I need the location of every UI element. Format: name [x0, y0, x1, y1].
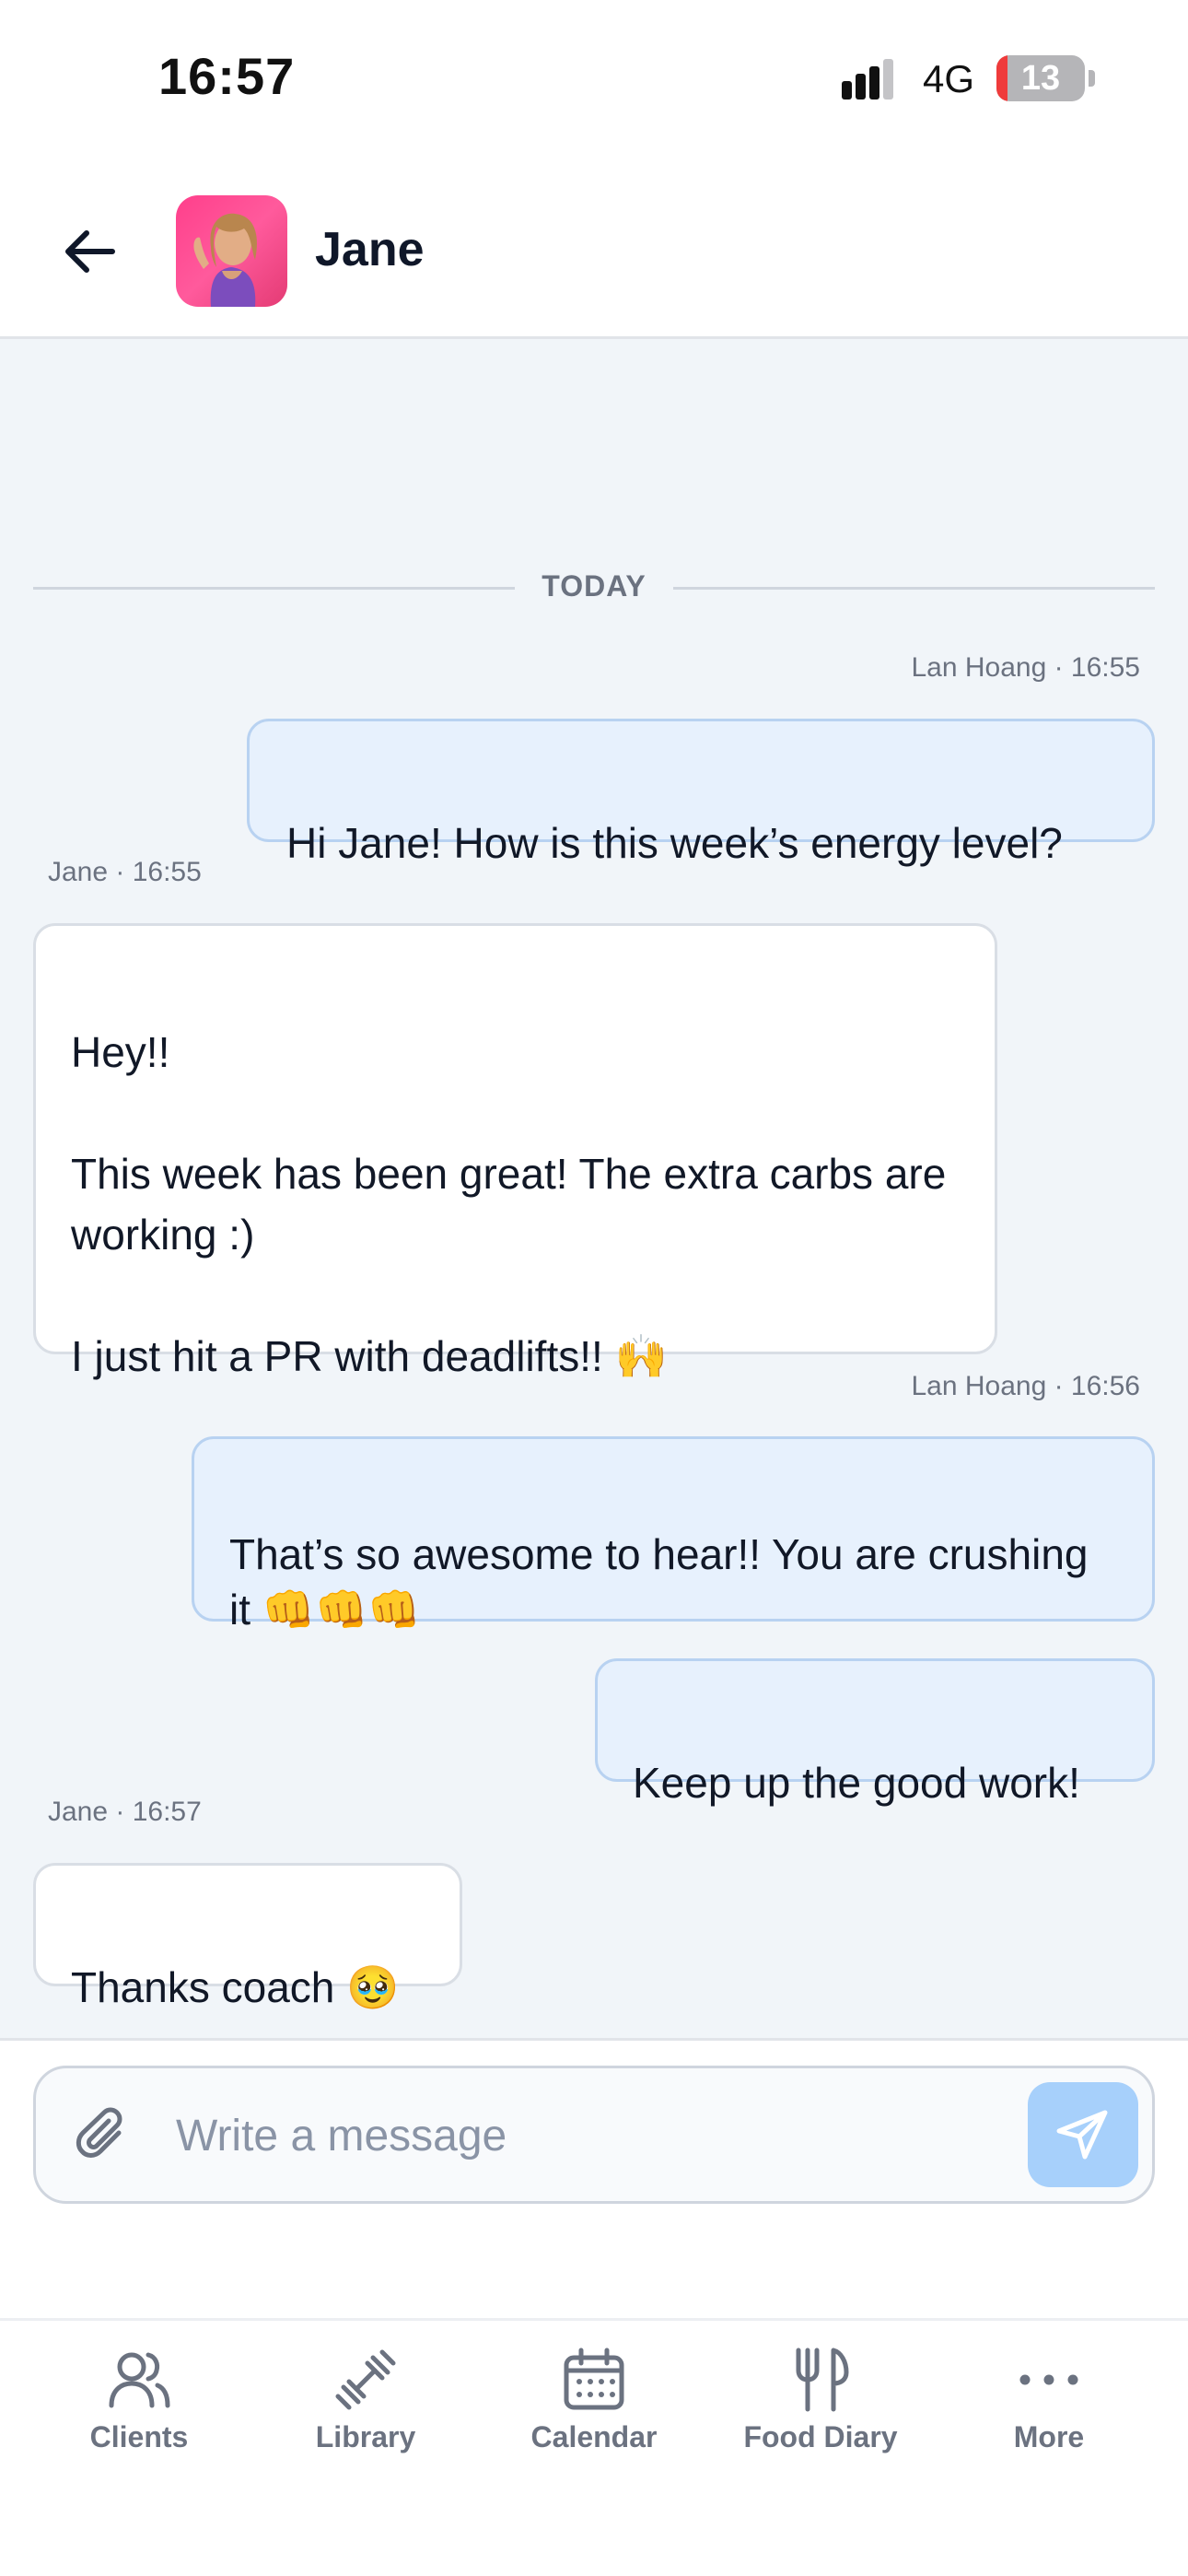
send-button[interactable] — [1028, 2082, 1138, 2187]
tab-clients[interactable]: Clients — [20, 2321, 258, 2505]
message-meta: Jane · 16:57 — [48, 1797, 202, 1827]
calendar-icon — [564, 2348, 624, 2410]
users-icon — [109, 2352, 170, 2408]
tab-calendar[interactable]: Calendar — [475, 2321, 713, 2505]
bottom-tab-bar: Clients Library Calendar Food Diary More — [0, 2318, 1188, 2576]
message-text: Hi Jane! How is this week’s energy level… — [286, 819, 1063, 867]
chat-header: Jane — [0, 161, 1188, 339]
tab-label: Library — [315, 2420, 416, 2453]
contact-name: Jane — [315, 223, 425, 276]
tab-food-diary[interactable]: Food Diary — [702, 2321, 939, 2505]
avatar-photo — [193, 213, 257, 307]
more-dots-icon — [1019, 2374, 1078, 2385]
avatar[interactable] — [176, 195, 287, 307]
status-time: 16:57 — [158, 47, 296, 105]
network-type: 4G — [923, 57, 975, 100]
message-text: Hey!! This week has been great! The extr… — [71, 1028, 947, 1380]
arrow-left-icon — [65, 230, 115, 273]
message-composer — [0, 2038, 1188, 2318]
battery-icon: 13 — [996, 55, 1085, 101]
message-bubble-outgoing[interactable]: Keep up the good work! — [595, 1658, 1155, 1807]
battery-level: 13 — [1020, 59, 1061, 98]
message-bubble-incoming[interactable]: Thanks coach 🥹 — [33, 1863, 462, 2011]
tab-library[interactable]: Library — [247, 2321, 484, 2505]
message-meta: Lan Hoang · 16:56 — [911, 1371, 1140, 1401]
message-bubble-outgoing[interactable]: Hi Jane! How is this week’s energy level… — [247, 719, 1155, 867]
message-input[interactable] — [176, 2096, 1005, 2175]
message-text: That’s so awesome to hear!! You are crus… — [229, 1530, 1089, 1633]
fork-knife-icon — [796, 2348, 849, 2412]
tab-label: Food Diary — [743, 2420, 898, 2453]
send-icon — [1056, 2110, 1108, 2160]
date-divider: TODAY — [33, 569, 1155, 606]
status-bar: 16:57 4G 13 — [0, 0, 1188, 161]
message-bubble-outgoing[interactable]: That’s so awesome to hear!! You are crus… — [192, 1436, 1155, 1633]
message-bubble-incoming[interactable]: Hey!! This week has been great! The extr… — [33, 923, 997, 1380]
chat-screen: 16:57 4G 13 Jane TODAY Lan Hoang · 16:55… — [0, 0, 1188, 2576]
tab-label: Clients — [89, 2420, 189, 2453]
message-text: Keep up the good work! — [633, 1759, 1080, 1807]
tab-label: More — [1013, 2420, 1085, 2453]
tab-label: Calendar — [530, 2420, 658, 2453]
battery-nub — [1089, 70, 1095, 87]
message-input-box — [33, 2066, 1155, 2204]
tab-more[interactable]: More — [930, 2321, 1168, 2505]
dumbbell-icon — [335, 2349, 396, 2410]
message-text: Thanks coach 🥹 — [71, 1963, 400, 2011]
message-list[interactable]: TODAY Lan Hoang · 16:55 Hi Jane! How is … — [0, 339, 1188, 2038]
divider-line — [673, 587, 1155, 590]
message-meta: Jane · 16:55 — [48, 857, 202, 887]
paperclip-icon[interactable] — [75, 2107, 135, 2168]
back-button[interactable] — [55, 217, 125, 287]
signal-icon — [842, 59, 893, 100]
message-meta: Lan Hoang · 16:55 — [911, 652, 1140, 683]
